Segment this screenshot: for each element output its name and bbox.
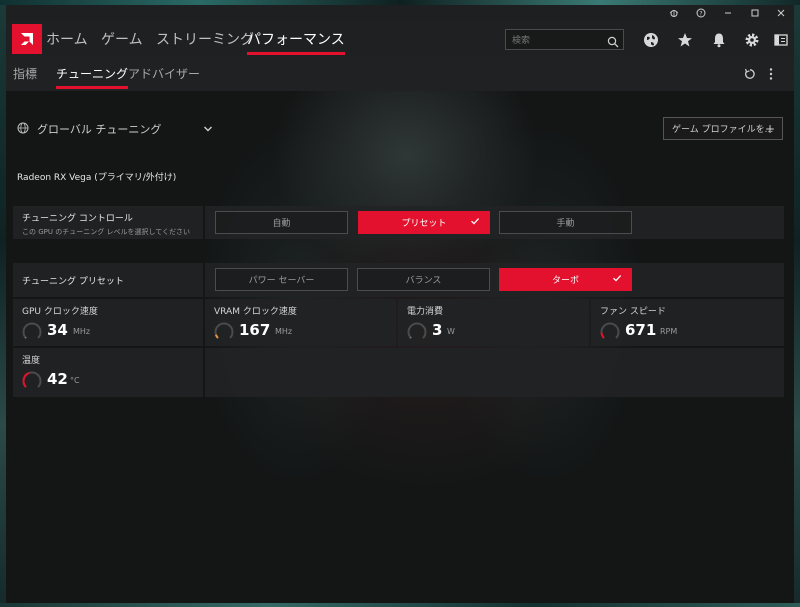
desktop-edge-right [794, 0, 800, 607]
bug-icon[interactable] [661, 5, 687, 21]
tuning-control-description: この GPU のチューニング レベルを選択してください [22, 228, 191, 236]
gauge-fill [22, 372, 30, 388]
plus-icon: + [764, 122, 775, 136]
gauge-track [407, 322, 427, 339]
preset-option-balance-label: バランス [405, 276, 442, 286]
title-bar: ? [6, 5, 794, 21]
check-icon [612, 273, 622, 286]
subtab-metrics[interactable]: 指標 [13, 65, 37, 82]
metric-temperature-label: 温度 [22, 356, 41, 366]
gauge-icon [214, 322, 234, 339]
metric-gpu-clock-label: GPU クロック速度 [22, 307, 98, 317]
gauge-fill [214, 334, 219, 339]
tuning-option-manual[interactable]: 手動 [499, 211, 632, 234]
global-tuning-selector[interactable]: グローバル チューニング [17, 121, 213, 137]
metric-vram-clock-label: VRAM クロック速度 [214, 307, 297, 317]
layout-icon[interactable] [772, 31, 790, 49]
gauge-fill [24, 336, 27, 339]
tuning-option-manual-label: 手動 [556, 219, 575, 229]
tuning-control-label: チューニング コントロール [22, 214, 133, 224]
check-icon [470, 216, 480, 229]
tuning-option-preset-label: プリセット [401, 219, 447, 229]
metric-power-unit: W [447, 327, 455, 336]
metric-temperature-unit: °C [70, 376, 80, 385]
tuning-control-label-card: チューニング コントロール この GPU のチューニング レベルを選択してくださ… [13, 206, 203, 239]
game-profile-label: ゲーム プロファイルを... [672, 125, 774, 135]
metric-fan-speed: ファン スピード 671 RPM [591, 299, 784, 346]
globe-outline-icon [17, 122, 29, 137]
gauge-track [22, 322, 42, 339]
subtab-advisor[interactable]: アドバイザー [128, 65, 200, 82]
gauge-fill [600, 332, 605, 339]
gpu-name: Radeon RX Vega (プライマリ/外付け) [17, 173, 177, 183]
metric-temperature: 温度 42 °C [13, 348, 203, 397]
subtab-tuning[interactable]: チューニング [56, 65, 129, 89]
global-tuning-label: グローバル チューニング [37, 123, 162, 136]
svg-text:?: ? [699, 10, 702, 17]
metric-empty-panel [205, 348, 784, 397]
tab-game[interactable]: ゲーム [101, 29, 143, 49]
tab-performance[interactable]: パフォーマンス [247, 29, 345, 55]
preset-option-power-saver[interactable]: パワー セーバー [215, 268, 348, 291]
preset-option-balance[interactable]: バランス [357, 268, 490, 291]
metric-gpu-clock-unit: MHz [73, 327, 91, 336]
tuning-option-preset[interactable]: プリセット [358, 211, 490, 234]
tuning-preset-options: パワー セーバー バランス ターボ [205, 263, 784, 297]
gauge-icon [22, 322, 42, 339]
tab-home[interactable]: ホーム [46, 29, 88, 49]
search-icon[interactable] [607, 33, 619, 52]
metric-gpu-clock: GPU クロック速度 34 MHz [13, 299, 203, 346]
sub-navigation: 指標 チューニング アドバイザー [6, 57, 794, 91]
preset-option-turbo-label: ターボ [551, 276, 579, 286]
maximize-icon[interactable] [742, 5, 768, 21]
desktop-edge-bottom [0, 603, 800, 607]
metric-power-label: 電力消費 [407, 307, 444, 317]
gauge-track [214, 322, 234, 339]
close-icon[interactable] [768, 5, 794, 21]
preset-option-turbo[interactable]: ターボ [499, 268, 632, 291]
metric-fan-speed-label: ファン スピード [600, 307, 666, 317]
preset-option-power-saver-label: パワー セーバー [248, 276, 315, 286]
gauge-icon [407, 322, 427, 339]
gauge-icon [600, 322, 620, 339]
metric-power: 電力消費 3 W [398, 299, 589, 346]
bell-icon[interactable] [710, 31, 728, 49]
game-profile-button[interactable]: ゲーム プロファイルを... + [663, 117, 783, 140]
gauge-fill [409, 336, 412, 339]
tab-streaming[interactable]: ストリーミング [156, 29, 254, 49]
metric-vram-clock-unit: MHz [275, 327, 293, 336]
star-icon[interactable] [676, 31, 694, 49]
chevron-down-icon[interactable] [203, 123, 213, 136]
metric-power-value: 3 [432, 321, 443, 339]
tuning-option-auto[interactable]: 自動 [215, 211, 348, 234]
metric-fan-speed-unit: RPM [660, 327, 678, 336]
more-options-icon[interactable] [768, 66, 774, 85]
tuning-option-auto-label: 自動 [272, 219, 291, 229]
main-navigation: ホーム ゲーム ストリーミング パフォーマンス [6, 21, 794, 57]
help-icon[interactable]: ? [688, 5, 714, 21]
search-box[interactable] [505, 29, 624, 50]
gauge-icon [22, 371, 42, 388]
metric-gpu-clock-value: 34 [47, 321, 68, 339]
minimize-icon[interactable] [715, 5, 741, 21]
tuning-preset-label: チューニング プリセット [22, 277, 124, 287]
gear-icon[interactable] [743, 31, 761, 49]
metric-vram-clock-value: 167 [239, 321, 271, 339]
metric-temperature-value: 42 [47, 370, 68, 388]
gauge-track [600, 322, 620, 339]
search-input[interactable] [510, 32, 606, 49]
globe-icon[interactable] [642, 31, 660, 49]
tuning-control-options: 自動 プリセット 手動 [205, 206, 784, 239]
radeon-settings-window: ? ホーム ゲーム ストリーミング パフォーマンス 検索 指標 チューニング ア… [6, 5, 794, 603]
amd-logo[interactable] [12, 24, 42, 54]
metric-fan-speed-value: 671 [625, 321, 657, 339]
tuning-preset-label-card: チューニング プリセット [13, 263, 203, 297]
reset-icon[interactable] [743, 66, 757, 85]
metric-vram-clock: VRAM クロック速度 167 MHz [205, 299, 396, 346]
